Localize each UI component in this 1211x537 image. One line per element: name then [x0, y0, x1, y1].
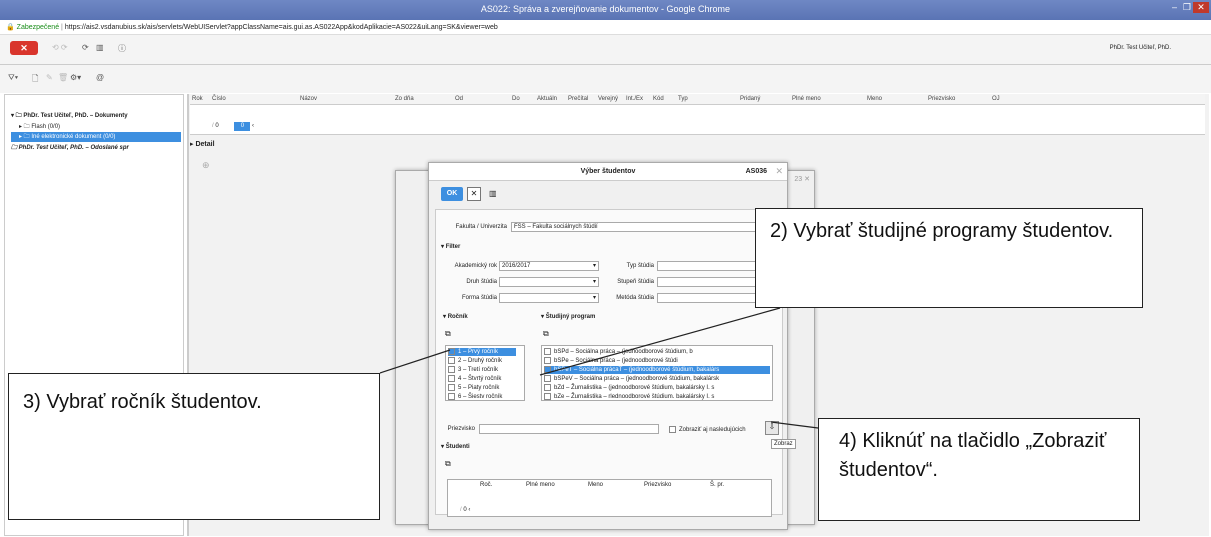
- callout-4-pointer: [770, 421, 819, 429]
- callout-2: 2) Vybrať študijné programy študentov.: [755, 208, 1143, 308]
- callout-4: 4) Kliknúť na tlačidlo „Zobraziť študent…: [818, 418, 1140, 521]
- callout-3-pointer: [379, 349, 451, 374]
- callout-2-pointer: [539, 307, 781, 376]
- callout-3: 3) Vybrať ročník študentov.: [8, 373, 380, 520]
